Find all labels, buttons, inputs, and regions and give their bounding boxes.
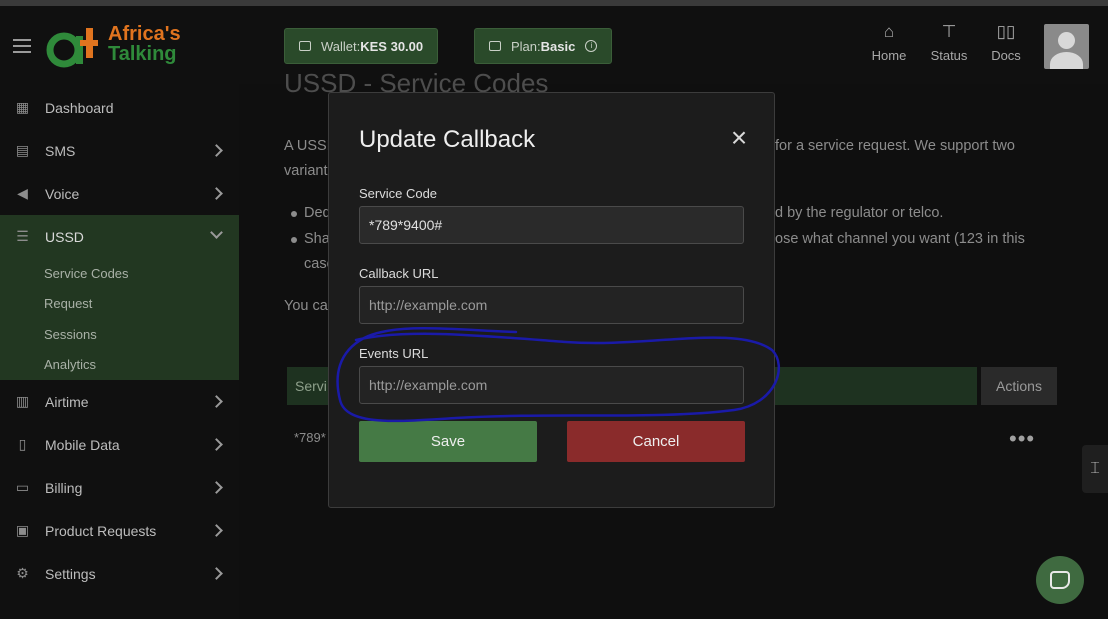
sidebar-item-label: Voice <box>45 185 80 202</box>
info-icon[interactable]: i <box>585 40 598 52</box>
bullet1-right: d by the regulator or telco. <box>775 205 944 221</box>
ussd-icon: ☰ <box>16 228 29 244</box>
avatar-head-icon <box>1058 32 1075 49</box>
sidebar-item-billing[interactable]: ▭ Billing <box>0 466 239 509</box>
service-code-field[interactable]: *789*9400# <box>359 206 744 244</box>
cancel-button[interactable]: Cancel <box>567 421 745 462</box>
status-icon: ⊤ <box>941 22 957 41</box>
plan-label: Plan: <box>511 38 541 54</box>
modal-title: Update Callback <box>359 126 536 153</box>
avatar[interactable] <box>1044 24 1089 69</box>
sidebar-item-label: Airtime <box>45 393 89 410</box>
avatar-body-icon <box>1050 52 1083 69</box>
plan-pill[interactable]: Plan: Basic i <box>474 28 613 64</box>
sidebar-subitem-sessions[interactable]: Sessions <box>0 319 239 350</box>
events-url-label: Events URL <box>359 346 429 361</box>
topnav-docs[interactable]: ▯▯ Docs <box>978 22 1034 63</box>
airtime-icon: ▥ <box>15 393 30 409</box>
sidebar-item-label: Settings <box>45 565 96 582</box>
topnav-docs-label: Docs <box>991 48 1021 63</box>
chevron-right-icon <box>210 481 223 494</box>
topnav-home[interactable]: ⌂ Home <box>861 22 917 63</box>
row-actions-menu-icon[interactable]: ••• <box>1009 426 1035 452</box>
sidebar-item-label: SMS <box>45 142 76 159</box>
card-icon <box>489 41 501 51</box>
topnav-status[interactable]: ⊤ Status <box>921 22 977 63</box>
mobile-data-icon: ▯ <box>18 436 27 452</box>
product-requests-icon: ▣ <box>15 522 30 538</box>
sidebar-item-dashboard[interactable]: ▦ Dashboard <box>0 86 239 129</box>
sidebar-subitem-service-codes[interactable]: Service Codes <box>0 258 239 289</box>
settings-icon: ⚙ <box>16 565 29 581</box>
logo-text-line1: Africa's <box>108 23 181 45</box>
topnav-status-label: Status <box>930 48 968 63</box>
logo-mark-icon <box>46 28 98 68</box>
sidebar: Africa's Talking ▦ Dashboard ▤ SMS ◀ Voi… <box>0 6 239 619</box>
bullet-dot <box>291 211 297 217</box>
chevron-right-icon <box>210 524 223 537</box>
sidebar-item-label: USSD <box>45 228 84 245</box>
events-url-input[interactable]: http://example.com <box>359 366 744 404</box>
sms-icon: ▤ <box>15 142 30 158</box>
save-button[interactable]: Save <box>359 421 537 462</box>
sidebar-nav: ▦ Dashboard ▤ SMS ◀ Voice ☰ USSD Service… <box>0 86 239 595</box>
logo[interactable]: Africa's Talking <box>46 22 196 74</box>
ussd-subnav: Service Codes Request Sessions Analytics <box>0 258 239 380</box>
table-header-first: Servi <box>295 378 327 394</box>
bullet-dot <box>291 237 297 243</box>
sidebar-subitem-analytics[interactable]: Analytics <box>0 350 239 381</box>
close-icon[interactable]: × <box>727 124 751 152</box>
service-code-label: Service Code <box>359 186 438 201</box>
bullet1-left: Ded <box>304 205 331 221</box>
sidebar-item-settings[interactable]: ⚙ Settings <box>0 552 239 595</box>
wallet-value: KES 30.00 <box>360 38 424 54</box>
sidebar-item-voice[interactable]: ◀ Voice <box>0 172 239 215</box>
chevron-down-icon <box>210 226 223 239</box>
chat-launcher-button[interactable] <box>1036 556 1084 604</box>
wallet-pill[interactable]: Wallet: KES 30.00 <box>284 28 439 64</box>
intro-text-right: for a service request. We support two <box>775 138 1015 154</box>
side-tab-handle-icon[interactable]: ⌶ <box>1082 445 1108 493</box>
sidebar-item-sms[interactable]: ▤ SMS <box>0 129 239 172</box>
docs-icon: ▯▯ <box>996 22 1016 41</box>
menu-icon[interactable] <box>13 39 31 53</box>
callback-url-label: Callback URL <box>359 266 439 281</box>
chevron-right-icon <box>210 567 223 580</box>
chevron-right-icon <box>210 395 223 408</box>
bullet2-left: Sha <box>304 231 330 247</box>
voice-icon: ◀ <box>17 185 28 201</box>
billing-icon: ▭ <box>15 479 30 495</box>
chevron-right-icon <box>210 187 223 200</box>
update-callback-modal: Update Callback × Service Code *789*9400… <box>328 92 775 508</box>
sidebar-item-label: Product Requests <box>45 522 157 539</box>
logo-text-line2: Talking <box>108 43 177 65</box>
chevron-right-icon <box>210 144 223 157</box>
wallet-icon <box>299 41 311 51</box>
sidebar-item-label: Mobile Data <box>45 436 120 453</box>
chevron-right-icon <box>210 438 223 451</box>
sidebar-item-ussd[interactable]: ☰ USSD <box>0 215 239 258</box>
table-row-code: *789* <box>294 430 326 445</box>
home-icon: ⌂ <box>883 22 895 41</box>
table-header-actions: Actions <box>981 367 1057 405</box>
callback-url-input[interactable]: http://example.com <box>359 286 744 324</box>
sidebar-subitem-request[interactable]: Request <box>0 289 239 320</box>
chat-icon <box>1050 571 1070 589</box>
wallet-label: Wallet: <box>321 38 361 54</box>
sidebar-item-mobile-data[interactable]: ▯ Mobile Data <box>0 423 239 466</box>
bullet2-right: ose what channel you want (123 in this <box>775 231 1025 247</box>
sidebar-item-product-requests[interactable]: ▣ Product Requests <box>0 509 239 552</box>
sidebar-item-label: Billing <box>45 479 83 496</box>
intro-text-line2: variant <box>284 163 328 179</box>
para2-text: You ca <box>284 298 328 314</box>
sidebar-item-label: Dashboard <box>45 99 114 116</box>
plan-value: Basic <box>540 38 576 54</box>
dashboard-icon: ▦ <box>15 99 30 115</box>
sidebar-item-airtime[interactable]: ▥ Airtime <box>0 380 239 423</box>
topnav-home-label: Home <box>871 48 907 63</box>
